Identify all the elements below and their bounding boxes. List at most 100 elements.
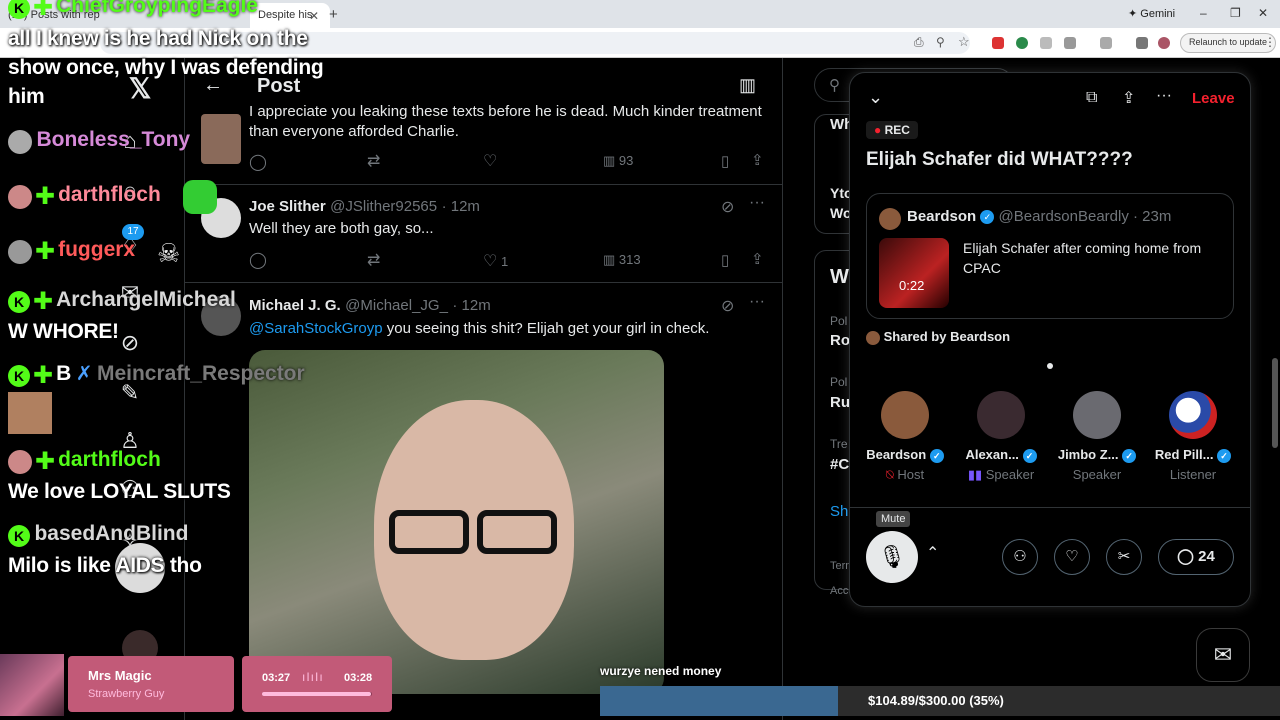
song-artist: Strawberry Guy [88, 688, 165, 700]
chat-message: K ✚ B ✗ Meincraft_Respector [8, 361, 305, 387]
reply-icon[interactable]: ◯ [249, 152, 267, 172]
popout-icon[interactable]: ⧉ [1086, 89, 1097, 107]
author-handle[interactable]: @Michael_JG_ [345, 297, 448, 314]
tweet-text: I appreciate you leaking these texts bef… [249, 103, 762, 140]
clip-scissors-icon[interactable]: ✂ [1106, 539, 1142, 575]
trends-heading: W [830, 266, 849, 288]
shared-by-label: Shared by Beardson [866, 329, 1010, 345]
author-handle[interactable]: @BeardsonBeardly [999, 208, 1129, 225]
profile-avatar[interactable] [1158, 37, 1170, 49]
donation-goal-text: $104.89/$300.00 (35%) [868, 693, 1004, 708]
grok-explain-icon[interactable]: ⊘ [721, 296, 734, 316]
install-icon[interactable]: ⎙ [914, 35, 924, 50]
trend-title[interactable]: Ro [830, 332, 850, 349]
mention-link[interactable]: @SarahStockGroyp [249, 320, 383, 337]
glasses-right [477, 510, 557, 554]
chat-message: ✚ darthfloch [8, 183, 161, 209]
speaker-item[interactable]: Jimbo Z... ✓ Speaker [1052, 391, 1142, 482]
gemini-button[interactable]: ✦ Gemini [1128, 7, 1175, 20]
more-icon[interactable]: ··· [749, 194, 765, 212]
speaker-role: ▮▮ Speaker [967, 466, 1035, 482]
author-name[interactable]: Michael J. G. [249, 297, 341, 314]
donation-goal-fill [600, 686, 838, 716]
extension-icon[interactable] [992, 37, 1004, 49]
avatar[interactable] [201, 114, 241, 164]
video-thumbnail[interactable]: 0:22 [879, 238, 949, 308]
time-elapsed: 03:27 [262, 672, 291, 684]
divider [185, 282, 783, 283]
close-tab-icon[interactable]: ✕ [309, 9, 319, 23]
bookmark-star-icon[interactable]: ☆ [958, 34, 970, 50]
speaker-item[interactable]: Beardson ✓ ⍉ Host [860, 391, 950, 483]
share-icon[interactable]: ⇪ [751, 151, 764, 169]
playback-progress [262, 692, 372, 696]
song-title: Mrs Magic [88, 668, 152, 683]
participants-icon[interactable]: ⚇ [1002, 539, 1038, 575]
reader-mode-icon[interactable]: ▥ [739, 75, 756, 96]
more-icon[interactable]: ··· [749, 293, 765, 311]
more-icon[interactable]: ··· [1156, 87, 1172, 105]
scrollbar[interactable] [1272, 358, 1278, 448]
spaces-panel: ⌄ ⧉ ⇪ ··· Leave ● REC Elijah Schafer did… [849, 72, 1251, 607]
speaker-role: Speaker [1072, 466, 1122, 482]
shared-post-header: Beardson ✓ @BeardsonBeardly · 23m [907, 208, 1171, 225]
close-window-icon[interactable]: ✕ [1258, 6, 1268, 20]
chevron-up-icon[interactable]: ⌃ [926, 543, 939, 563]
zoom-icon[interactable]: ⚲ [936, 35, 945, 49]
chat-text: We love LOYAL SLUTS [8, 480, 231, 503]
react-heart-icon[interactable]: ♡ [1054, 539, 1090, 575]
repost-icon[interactable]: ⇄ [367, 151, 380, 171]
reading-list-icon[interactable] [1136, 37, 1148, 49]
bookmark-icon[interactable]: ▯ [721, 251, 729, 269]
timeline: ← Post ▥ I appreciate you leaking these … [185, 58, 783, 720]
tweet-image[interactable] [249, 350, 664, 694]
chat-message: K ✚ ArchangelMicheal [8, 288, 236, 313]
maximize-icon[interactable]: ❐ [1230, 6, 1241, 20]
like-button[interactable]: ♡ 1 [483, 251, 508, 271]
author-name[interactable]: Joe Slither [249, 198, 326, 215]
speaker-item[interactable]: Alexan... ✓ ▮▮ Speaker [956, 391, 1046, 483]
grok-icon[interactable]: ⊘ [115, 330, 145, 356]
views-count[interactable]: ▥ 93 [603, 153, 633, 169]
album-art [0, 654, 64, 716]
post-time: · 12m [452, 297, 491, 314]
sidebar-icon[interactable] [1100, 37, 1112, 49]
post-time: · 23m [1133, 208, 1172, 225]
ticker-text: wurzye nened money [600, 664, 722, 678]
collapse-chevron-icon[interactable]: ⌄ [868, 87, 883, 108]
extensions-puzzle-icon[interactable] [1064, 37, 1076, 49]
carousel-dot[interactable] [1047, 363, 1053, 369]
grok-explain-icon[interactable]: ⊘ [721, 197, 734, 217]
trend-title[interactable]: Ru [830, 394, 850, 411]
new-tab-icon[interactable]: + [329, 6, 338, 23]
messages-drawer-button[interactable]: ✉ [1196, 628, 1250, 682]
minimize-icon[interactable]: – [1200, 6, 1207, 20]
show-more-link[interactable]: Sh [830, 503, 848, 520]
reply-icon[interactable]: ◯ [249, 250, 267, 270]
trend-title[interactable]: #C [830, 456, 849, 473]
author-name[interactable]: Beardson [907, 208, 976, 225]
speaker-item[interactable]: Red Pill... ✓ Listener [1148, 391, 1238, 482]
shared-post-card[interactable]: Beardson ✓ @BeardsonBeardly · 23m 0:22 E… [866, 193, 1234, 319]
views-count[interactable]: ▥ 313 [603, 252, 641, 268]
comments-button[interactable]: ◯ 24 [1158, 539, 1234, 575]
leave-button[interactable]: Leave [1192, 90, 1235, 107]
extension-icon[interactable] [1016, 37, 1028, 49]
share-icon[interactable]: ⇪ [751, 250, 764, 268]
menu-kebab-icon[interactable]: ⋮ [1264, 35, 1276, 49]
relaunch-button[interactable]: Relaunch to update [1180, 33, 1277, 53]
author-handle[interactable]: @JSlither92565 [330, 198, 437, 215]
chat-message: all I knew is he had Nick on the show on… [8, 27, 324, 108]
video-duration: 0:22 [899, 278, 925, 293]
repost-icon[interactable]: ⇄ [367, 250, 380, 270]
bookmark-icon[interactable]: ▯ [721, 152, 729, 170]
share-icon[interactable]: ⇪ [1122, 88, 1135, 108]
extension-icon[interactable] [1040, 37, 1052, 49]
rec-badge: ● REC [866, 121, 918, 139]
chat-message: ✚ fuggerx [8, 238, 135, 264]
microphone-button[interactable]: 🎙 [866, 531, 918, 583]
like-icon[interactable]: ♡ [483, 151, 497, 171]
now-playing-card: Mrs Magic Strawberry Guy [68, 656, 234, 712]
post-time: · 12m [441, 198, 480, 215]
speaker-name: Red Pill... ✓ [1148, 447, 1238, 463]
